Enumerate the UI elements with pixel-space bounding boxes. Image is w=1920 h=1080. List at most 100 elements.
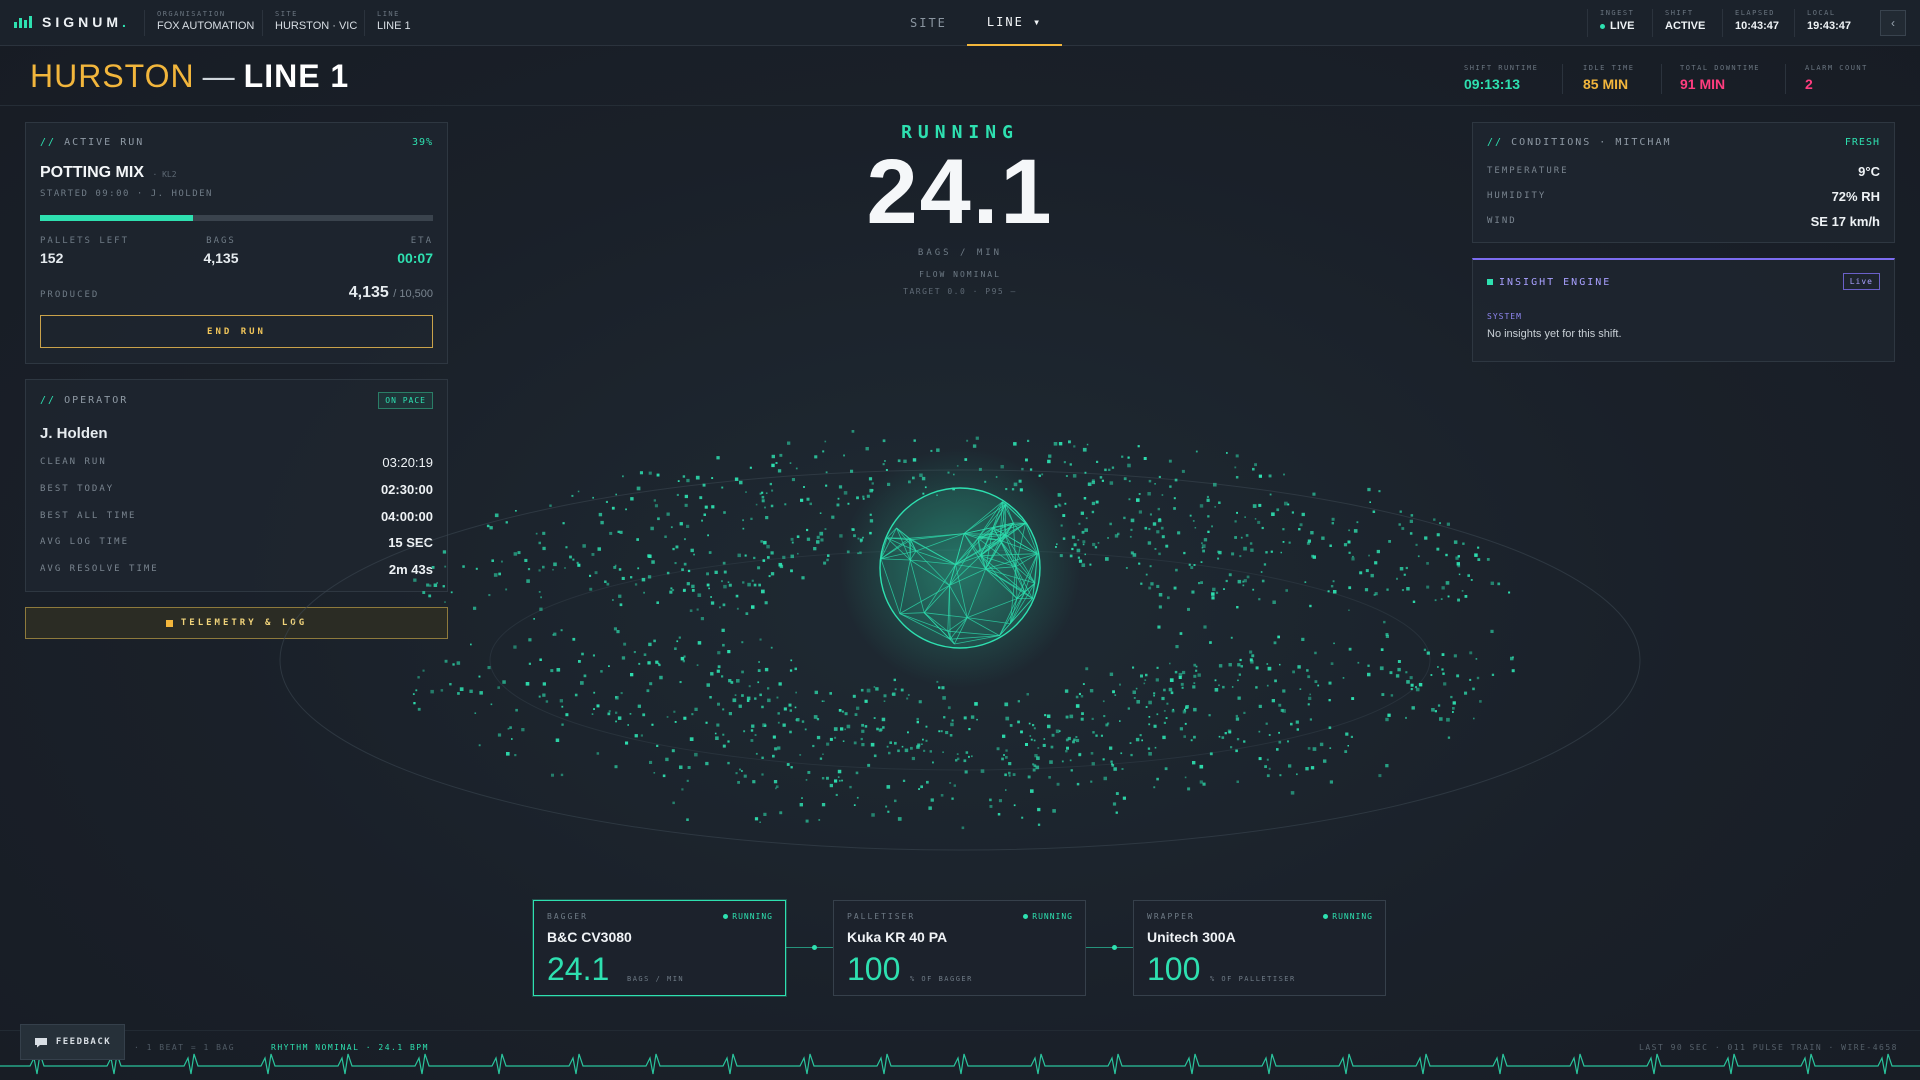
particle [1084, 553, 1086, 556]
brand-logo[interactable]: SIGNUM. [14, 14, 130, 30]
particle [457, 692, 460, 695]
particle [997, 813, 1001, 816]
machine-status: RUNNING [1023, 912, 1073, 921]
particle [533, 618, 535, 620]
row-label: WIND [1487, 216, 1517, 226]
particle [619, 530, 623, 534]
particle [759, 693, 762, 697]
particle [1149, 513, 1152, 516]
tab-line[interactable]: LINE ▾ [966, 0, 1063, 46]
particle [846, 724, 851, 729]
particle [759, 638, 762, 641]
particle [1056, 782, 1060, 786]
kpi-label: TOTAL DOWNTIME [1680, 64, 1761, 72]
particle [1343, 543, 1348, 547]
particle [738, 704, 742, 708]
particle [1128, 498, 1131, 501]
particle [799, 803, 803, 807]
particle [1206, 495, 1209, 498]
particle [757, 681, 760, 684]
particle [1381, 693, 1385, 696]
particle [1156, 713, 1159, 716]
particle [1199, 780, 1203, 784]
particle [790, 537, 794, 541]
chevron-left-icon[interactable]: ‹ [1880, 10, 1906, 36]
particle [479, 691, 483, 695]
machine-card-bagger[interactable]: BAGGER RUNNING B&C CV3080 24.1 BAGS / MI… [533, 900, 786, 996]
particle [1047, 459, 1051, 464]
tab-site[interactable]: SITE [890, 0, 967, 46]
particle [1084, 528, 1088, 532]
particle [1102, 758, 1105, 761]
particle [885, 805, 888, 808]
particle [1021, 816, 1024, 819]
particle [861, 723, 864, 727]
particle [1061, 760, 1064, 763]
row-value: 9°C [1858, 163, 1880, 179]
particle [625, 741, 629, 745]
freshness-badge: FRESH [1844, 137, 1880, 148]
particle [450, 591, 453, 594]
machine-status-label: RUNNING [732, 912, 773, 921]
particle [773, 780, 778, 784]
particle [708, 551, 712, 554]
particle [551, 773, 554, 777]
particle [1268, 474, 1272, 478]
particle [1411, 706, 1415, 710]
particle [1112, 690, 1115, 694]
particle [1348, 529, 1350, 532]
particle [1321, 536, 1325, 540]
particle [1271, 512, 1275, 516]
particle [873, 754, 877, 758]
particle [748, 685, 751, 688]
machine-card-wrapper[interactable]: WRAPPER RUNNING Unitech 300A 100 % OF PA… [1133, 900, 1386, 996]
particle [1242, 584, 1245, 587]
particle [1475, 658, 1478, 660]
particle [1178, 675, 1182, 679]
particle [1197, 673, 1201, 677]
particle [1192, 685, 1196, 689]
particle [1145, 573, 1148, 576]
particle [823, 700, 825, 702]
panel-title: INSIGHT ENGINE [1487, 277, 1611, 288]
particle [1085, 667, 1089, 671]
particle [1332, 580, 1335, 583]
particle [855, 771, 859, 775]
particle [684, 538, 686, 541]
particle [980, 769, 985, 773]
particle [1385, 764, 1389, 768]
machine-status: RUNNING [1323, 912, 1373, 921]
particle [953, 784, 956, 787]
ingest-status: INGEST LIVE [1587, 9, 1634, 37]
machine-card-palletiser[interactable]: PALLETISER RUNNING Kuka KR 40 PA 100 % O… [833, 900, 1086, 996]
particle [561, 705, 564, 708]
particle [1138, 493, 1141, 495]
feedback-button[interactable]: FEEDBACK [20, 1024, 125, 1060]
kpi-alarm-count: ALARM COUNT 2 [1805, 64, 1868, 92]
crumb-site[interactable]: SITE HURSTON · VIC [262, 10, 357, 36]
particle [428, 594, 432, 598]
particle [1497, 582, 1501, 586]
particle [593, 691, 596, 694]
particle [754, 697, 757, 700]
particle [1194, 527, 1197, 529]
particle [1127, 707, 1130, 710]
particle [1296, 728, 1299, 731]
particle [1417, 555, 1420, 558]
crumb-line[interactable]: LINE LINE 1 [364, 10, 411, 36]
particle [897, 817, 902, 821]
particle [1282, 689, 1286, 693]
particle [1319, 742, 1324, 747]
particle [538, 591, 541, 593]
particle [1033, 727, 1036, 730]
particle [921, 743, 923, 745]
particle [705, 761, 709, 766]
particle [835, 793, 838, 796]
particle [752, 780, 756, 784]
particle [1214, 679, 1217, 682]
particle [679, 681, 682, 684]
end-run-button[interactable]: END RUN [40, 315, 433, 348]
particle [417, 707, 421, 711]
particle [968, 755, 970, 758]
crumb-organisation[interactable]: ORGANISATION FOX AUTOMATION [144, 10, 254, 36]
